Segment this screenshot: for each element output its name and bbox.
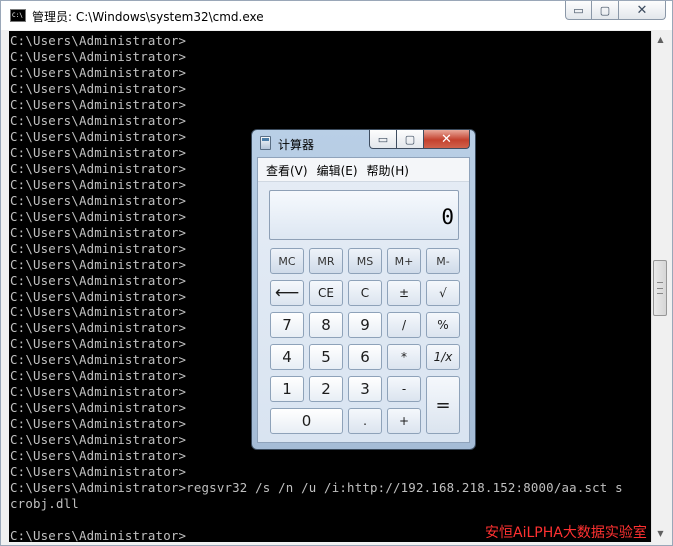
cmd-scrollbar[interactable]: ▲ ▼ (651, 31, 668, 542)
key-mr[interactable]: MR (309, 248, 343, 274)
menu-view[interactable]: 查看(V) (262, 158, 313, 181)
key-equals[interactable]: = (426, 376, 460, 434)
console-line: C:\Users\Administrator> (10, 112, 187, 128)
key-m-plus[interactable]: M+ (387, 248, 421, 274)
console-line: C:\Users\Administrator> (10, 464, 187, 480)
console-line: C:\Users\Administrator> (10, 96, 187, 112)
calculator-app-icon[interactable] (260, 136, 271, 150)
menu-help[interactable]: 帮助(H) (363, 158, 414, 181)
maximize-icon: ▢ (599, 3, 611, 17)
minimize-icon: ▭ (573, 3, 584, 17)
minimize-icon: ▭ (377, 132, 389, 146)
cmd-minimize-button[interactable]: ▭ (565, 1, 592, 20)
key-1[interactable]: 1 (270, 376, 304, 402)
cmd-close-button[interactable]: ✕ (619, 1, 666, 20)
key-decimal[interactable]: . (348, 408, 382, 434)
console-line: crobj.dll (10, 496, 79, 512)
cmd-app-icon[interactable]: C:\ (10, 9, 26, 22)
close-icon: ✕ (441, 131, 452, 147)
key-8[interactable]: 8 (309, 312, 343, 338)
calculator-display: 0 (269, 190, 459, 240)
calculator-body: 查看(V) 编辑(E) 帮助(H) 0 MC MR MS M+ M- ⟵ CE … (257, 157, 470, 443)
calculator-maximize-button[interactable]: ▢ (397, 130, 424, 149)
key-5[interactable]: 5 (309, 344, 343, 370)
cmd-window-title: 管理员: C:\Windows\system32\cmd.exe (32, 10, 264, 24)
key-6[interactable]: 6 (348, 344, 382, 370)
scroll-up-arrow-icon[interactable]: ▲ (652, 31, 669, 48)
calculator-titlebar[interactable]: 计算器 ▭ ▢ ✕ (252, 130, 475, 156)
key-minus[interactable]: - (387, 376, 421, 402)
console-line: C:\Users\Administrator> (10, 448, 187, 464)
key-multiply[interactable]: * (387, 344, 421, 370)
key-plus-minus[interactable]: ± (387, 280, 421, 306)
watermark-text: 安恒AiLPHA大数据实验室 (481, 522, 651, 542)
calculator-menubar: 查看(V) 编辑(E) 帮助(H) (258, 158, 469, 182)
key-7[interactable]: 7 (270, 312, 304, 338)
key-plus[interactable]: + (387, 408, 421, 434)
console-line: C:\Users\Administrator> (10, 80, 187, 96)
key-mc[interactable]: MC (270, 248, 304, 274)
calculator-window: 计算器 ▭ ▢ ✕ 查看(V) 编辑(E) 帮助(H) 0 MC MR MS M… (251, 129, 476, 450)
cmd-maximize-button[interactable]: ▢ (592, 1, 619, 20)
key-c[interactable]: C (348, 280, 382, 306)
key-sqrt[interactable]: √ (426, 280, 460, 306)
cmd-titlebar[interactable]: C:\ 管理员: C:\Windows\system32\cmd.exe ▭ ▢… (1, 1, 672, 30)
key-reciprocal[interactable]: 1/x (426, 344, 460, 370)
key-percent[interactable]: % (426, 312, 460, 338)
key-2[interactable]: 2 (309, 376, 343, 402)
menu-edit[interactable]: 编辑(E) (313, 158, 363, 181)
console-line: C:\Users\Administrator>regsvr32 /s /n /u… (10, 480, 623, 496)
key-3[interactable]: 3 (348, 376, 382, 402)
scroll-thumb[interactable] (653, 260, 667, 316)
key-ms[interactable]: MS (348, 248, 382, 274)
calculator-minimize-button[interactable]: ▭ (369, 130, 397, 149)
key-9[interactable]: 9 (348, 312, 382, 338)
close-icon: ✕ (636, 2, 648, 18)
console-line: C:\Users\Administrator> (10, 48, 187, 64)
key-0[interactable]: 0 (270, 408, 343, 434)
display-value: 0 (441, 205, 454, 229)
grip-icon (657, 282, 663, 294)
calculator-window-controls: ▭ ▢ ✕ (369, 130, 472, 149)
key-4[interactable]: 4 (270, 344, 304, 370)
scroll-down-arrow-icon[interactable]: ▼ (652, 525, 669, 542)
calculator-title: 计算器 (278, 138, 315, 152)
console-line: C:\Users\Administrator> (10, 64, 187, 80)
calculator-close-button[interactable]: ✕ (424, 130, 470, 149)
console-line: C:\Users\Administrator> (10, 33, 187, 48)
key-ce[interactable]: CE (309, 280, 343, 306)
key-backspace[interactable]: ⟵ (270, 280, 304, 306)
key-m-minus[interactable]: M- (426, 248, 460, 274)
key-divide[interactable]: / (387, 312, 421, 338)
cmd-window-controls: ▭ ▢ ✕ (565, 1, 667, 20)
maximize-icon: ▢ (404, 132, 416, 146)
